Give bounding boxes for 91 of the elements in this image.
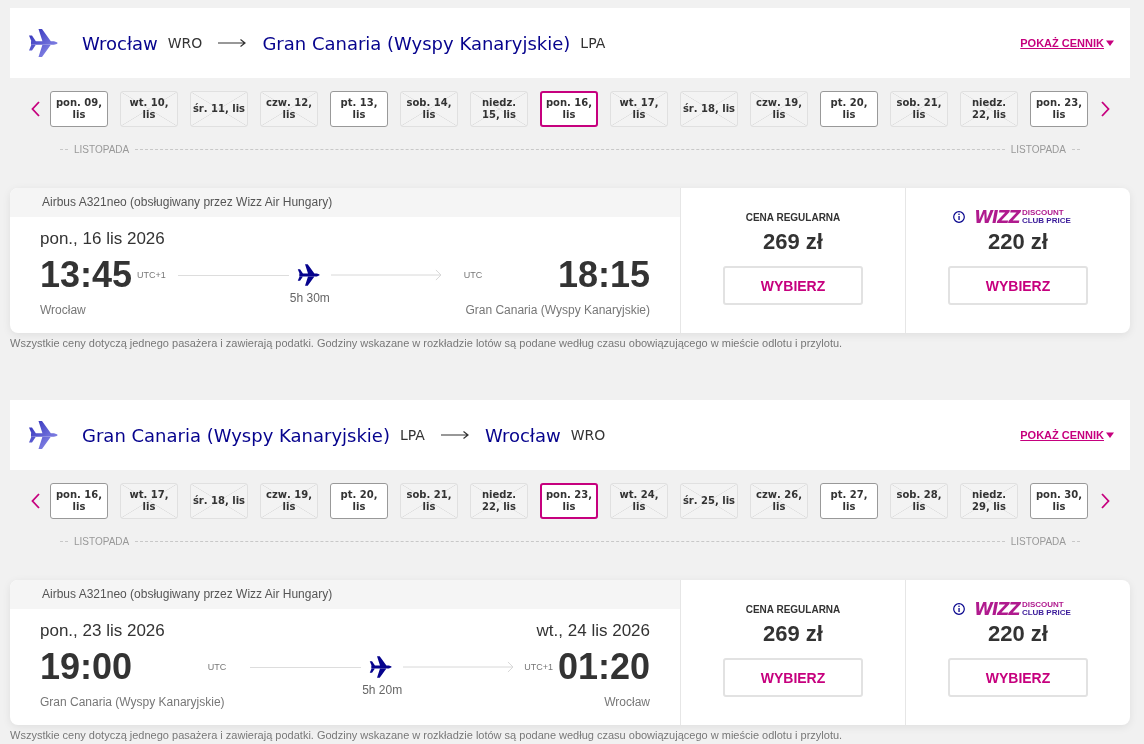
select-button[interactable]: WYBIERZ bbox=[723, 266, 863, 305]
logo-wordmark: WIZZ bbox=[974, 208, 1020, 226]
chevron-left-icon bbox=[30, 493, 40, 509]
date-tab[interactable]: wt. 17, lis bbox=[610, 91, 668, 127]
chevron-right-icon bbox=[1100, 493, 1110, 509]
timezone-label: UTC+1 bbox=[524, 661, 553, 674]
logo-text: CLUB PRICE bbox=[1021, 217, 1071, 225]
date-tab[interactable]: czw. 12, lis bbox=[260, 91, 318, 127]
select-button[interactable]: WYBIERZ bbox=[948, 658, 1088, 697]
flight-duration: 5h 30m bbox=[288, 291, 331, 305]
date-tab[interactable]: pt. 20, lis bbox=[820, 91, 878, 127]
destination-code: LPA bbox=[580, 35, 606, 51]
show-prices-link[interactable]: POKAŻ CENNIK bbox=[1020, 37, 1114, 49]
date-tab[interactable]: śr. 18, lis bbox=[680, 91, 738, 127]
timezone-label: UTC bbox=[463, 269, 483, 282]
month-label: LISTOPADA bbox=[74, 535, 130, 547]
date-tab[interactable]: pt. 27, lis bbox=[820, 483, 878, 519]
logo-wordmark: WIZZ bbox=[974, 600, 1020, 618]
date-tab[interactable]: sob. 21, lis bbox=[890, 91, 948, 127]
destination-city: Wrocław bbox=[484, 424, 561, 446]
arrival-time: 01:20 bbox=[557, 647, 650, 687]
select-button[interactable]: WYBIERZ bbox=[948, 266, 1088, 305]
caret-down-icon bbox=[1106, 432, 1114, 438]
date-tab[interactable]: śr. 11, lis bbox=[190, 91, 248, 127]
chevron-right-icon bbox=[1100, 101, 1110, 117]
show-prices-link[interactable]: POKAŻ CENNIK bbox=[1020, 429, 1114, 441]
timezone-label: UTC bbox=[207, 661, 227, 674]
date-tab[interactable]: niedz. 29, lis bbox=[960, 483, 1018, 519]
fare-price: 269 zł bbox=[763, 229, 823, 255]
chevron-left-icon bbox=[30, 101, 40, 117]
departure-time: 13:45 bbox=[40, 255, 133, 295]
date-tab[interactable]: wt. 24, lis bbox=[610, 483, 668, 519]
arrival-city: Gran Canaria (Wyspy Kanaryjskie) bbox=[465, 303, 650, 317]
arrival-city: Wrocław bbox=[604, 695, 650, 709]
fare-label: CENA REGULARNA bbox=[745, 212, 841, 224]
arrow-icon bbox=[218, 38, 247, 48]
date-tab[interactable]: niedz. 22, lis bbox=[960, 91, 1018, 127]
logo-text: CLUB PRICE bbox=[1021, 609, 1071, 617]
date-tab[interactable]: czw. 19, lis bbox=[260, 483, 318, 519]
fare-price: 220 zł bbox=[988, 621, 1048, 647]
fare-label: CENA REGULARNA bbox=[745, 604, 841, 616]
origin-code: LPA bbox=[399, 427, 425, 443]
timezone-label: UTC+1 bbox=[137, 269, 166, 282]
date-tab[interactable]: niedz. 15, lis bbox=[470, 91, 528, 127]
price-note: Wszystkie ceny dotyczą jednego pasażera i zawierają podatki. Godziny wskazane w rozkładzie lotów są podane według czasu obowiązującego w mieście odlotu i przylotu. bbox=[10, 337, 844, 350]
aircraft-info: Airbus A321neo (obsługiwany przez Wizz Air Hungary) bbox=[10, 188, 680, 217]
logo-text: DISCOUNT bbox=[1021, 601, 1065, 609]
date-tab[interactable]: śr. 18, lis bbox=[190, 483, 248, 519]
aircraft-info: Airbus A321neo (obsługiwany przez Wizz Air Hungary) bbox=[10, 580, 680, 609]
origin-code: WRO bbox=[167, 35, 203, 51]
departure-date: pon., 16 lis 2026 bbox=[40, 229, 165, 249]
departure-date: pon., 23 lis 2026 bbox=[40, 621, 165, 641]
date-tab[interactable]: sob. 21, lis bbox=[400, 483, 458, 519]
date-tab[interactable]: pon. 09, lis bbox=[50, 91, 108, 127]
departure-time: 19:00 bbox=[40, 647, 133, 687]
origin-city: Gran Canaria (Wyspy Kanaryjskie) bbox=[82, 424, 390, 446]
date-tab[interactable]: pt. 13, lis bbox=[330, 91, 388, 127]
destination-city: Gran Canaria (Wyspy Kanaryjskie) bbox=[262, 32, 571, 54]
date-tab[interactable]: pon. 23, lis bbox=[540, 483, 598, 519]
date-tab[interactable]: czw. 19, lis bbox=[750, 91, 808, 127]
date-tab[interactable]: śr. 25, lis bbox=[680, 483, 738, 519]
info-icon[interactable] bbox=[953, 603, 966, 615]
select-button[interactable]: WYBIERZ bbox=[723, 658, 863, 697]
date-tab[interactable]: pon. 16, lis bbox=[50, 483, 108, 519]
month-label: LISTOPADA bbox=[1010, 535, 1066, 547]
month-label: LISTOPADA bbox=[1010, 143, 1066, 155]
date-tab[interactable]: pon. 16, lis bbox=[540, 91, 598, 127]
arrival-time: 18:15 bbox=[557, 255, 650, 295]
info-icon[interactable] bbox=[953, 211, 966, 223]
flight-duration: 5h 20m bbox=[361, 683, 404, 697]
date-tab[interactable]: niedz. 22, lis bbox=[470, 483, 528, 519]
date-tab[interactable]: sob. 14, lis bbox=[400, 91, 458, 127]
logo-text: DISCOUNT bbox=[1021, 209, 1065, 217]
date-tab[interactable]: sob. 28, lis bbox=[890, 483, 948, 519]
origin-city: Wrocław bbox=[82, 32, 158, 54]
destination-code: WRO bbox=[570, 427, 606, 443]
month-label: LISTOPADA bbox=[74, 143, 130, 155]
caret-down-icon bbox=[1106, 40, 1114, 46]
date-tab[interactable]: wt. 10, lis bbox=[120, 91, 178, 127]
fare-price: 220 zł bbox=[988, 229, 1048, 255]
date-tab[interactable]: pon. 23, lis bbox=[1030, 91, 1088, 127]
date-tab[interactable]: pon. 30, lis bbox=[1030, 483, 1088, 519]
fare-price: 269 zł bbox=[763, 621, 823, 647]
departure-city: Gran Canaria (Wyspy Kanaryjskie) bbox=[40, 695, 225, 709]
departure-city: Wrocław bbox=[40, 303, 86, 317]
price-note: Wszystkie ceny dotyczą jednego pasażera i zawierają podatki. Godziny wskazane w rozkładzie lotów są podane według czasu obowiązującego w mieście odlotu i przylotu. bbox=[10, 729, 844, 742]
arrow-icon bbox=[440, 430, 469, 440]
date-tab[interactable]: pt. 20, lis bbox=[330, 483, 388, 519]
date-tab[interactable]: wt. 17, lis bbox=[120, 483, 178, 519]
date-tab[interactable]: czw. 26, lis bbox=[750, 483, 808, 519]
arrival-date: wt., 24 lis 2026 bbox=[536, 621, 650, 641]
